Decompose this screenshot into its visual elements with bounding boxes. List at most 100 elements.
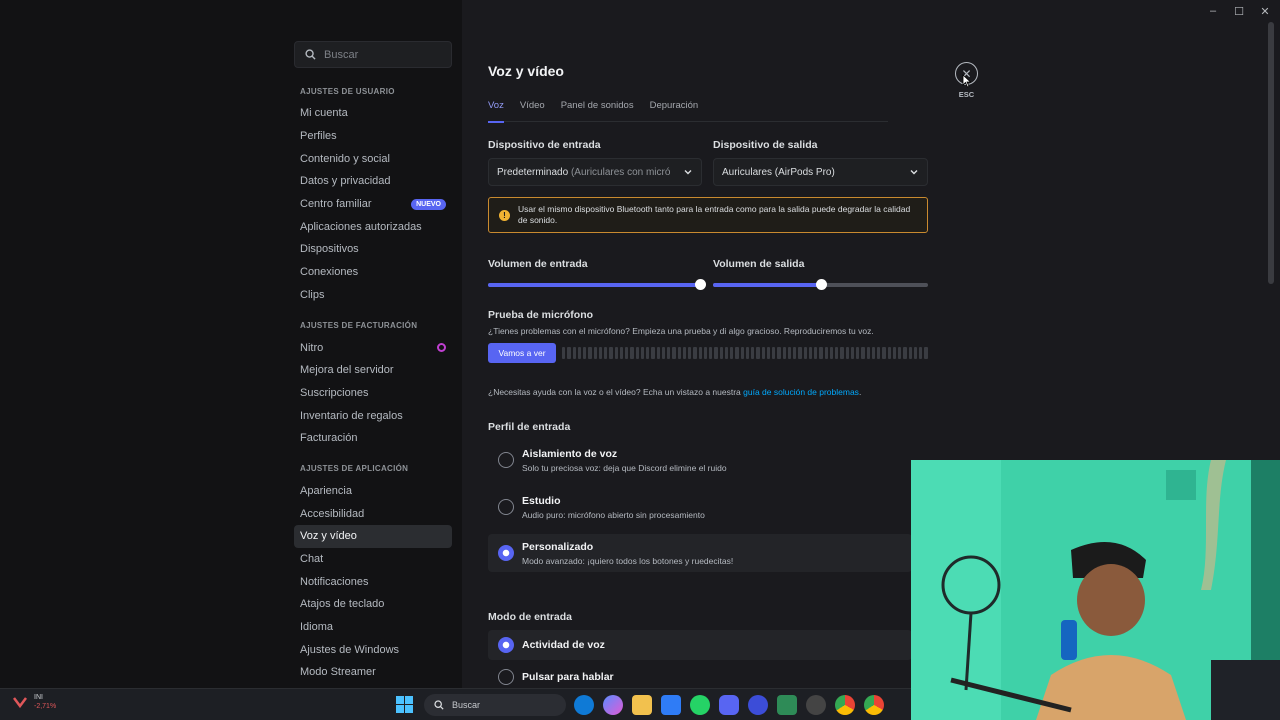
sidebar-item-aplicaciones[interactable]: Aplicaciones autorizadas	[294, 215, 452, 238]
sidebar-item-label: Conexiones	[300, 266, 359, 279]
meter-bar	[766, 347, 770, 359]
mode-option-pulsar-hablar[interactable]: Pulsar para hablar	[488, 665, 912, 688]
sidebar-item-perfiles[interactable]: Perfiles	[294, 125, 452, 148]
sidebar-item-voz-video[interactable]: Voz y vídeo	[294, 525, 452, 548]
chrome-icon[interactable]	[835, 695, 855, 715]
window-controls: – ☐ ✕	[1202, 2, 1276, 20]
mode-label: Actividad de voz	[522, 639, 605, 651]
radio-button[interactable]	[498, 668, 514, 685]
meter-bar	[661, 347, 665, 359]
meter-bar	[604, 347, 608, 359]
minimize-button[interactable]: –	[1202, 2, 1224, 20]
settings-search[interactable]	[294, 41, 452, 68]
tab-video[interactable]: Vídeo	[520, 100, 545, 122]
sidebar-item-facturacion[interactable]: Facturación	[294, 427, 452, 450]
store-icon[interactable]	[661, 695, 681, 715]
sidebar-item-nitro[interactable]: Nitro	[294, 336, 452, 359]
radio-button-selected[interactable]	[498, 545, 514, 561]
meter-bar	[913, 347, 917, 359]
edge-icon[interactable]	[574, 695, 594, 715]
input-volume-label: Volumen de entrada	[488, 258, 588, 270]
meter-bar	[824, 347, 828, 359]
sidebar-item-ajustes-windows[interactable]: Ajustes de Windows	[294, 638, 452, 661]
meter-bar	[583, 347, 587, 359]
meter-bar	[562, 347, 566, 359]
stock-arrow-icon	[13, 697, 27, 709]
profile-option-aislamiento[interactable]: Aislamiento de voz Solo tu preciosa voz: …	[488, 441, 912, 479]
input-device-select[interactable]: Predeterminado (Auriculares con micró	[488, 158, 702, 186]
app-icon[interactable]	[806, 695, 826, 715]
meter-bar	[693, 347, 697, 359]
file-explorer-icon[interactable]	[632, 695, 652, 715]
input-profile-title: Perfil de entrada	[488, 421, 571, 433]
sidebar-item-conexiones[interactable]: Conexiones	[294, 261, 452, 284]
output-volume-label: Volumen de salida	[713, 258, 805, 270]
mode-option-actividad-voz[interactable]: Actividad de voz	[488, 630, 912, 660]
meter-bar	[903, 347, 907, 359]
chrome-profile-icon[interactable]	[864, 695, 884, 715]
taskbar-search[interactable]: Buscar	[424, 694, 566, 716]
meter-bar	[667, 347, 671, 359]
meter-bar	[787, 347, 791, 359]
sidebar-item-datos-privacidad[interactable]: Datos y privacidad	[294, 170, 452, 193]
mouse-cursor-icon	[962, 74, 972, 88]
meter-bar	[793, 347, 797, 359]
sidebar-item-label: Atajos de teclado	[300, 598, 385, 611]
spreadsheet-icon[interactable]	[777, 695, 797, 715]
obs-icon[interactable]	[748, 695, 768, 715]
stock-widget[interactable]: INI -2,71%	[12, 693, 56, 711]
sidebar-item-label: Dispositivos	[300, 243, 359, 256]
tab-panel-sonidos[interactable]: Panel de sonidos	[561, 100, 634, 122]
windows-start-icon[interactable]	[396, 696, 413, 713]
sidebar-item-apariencia[interactable]: Apariencia	[294, 480, 452, 503]
radio-button-selected[interactable]	[498, 637, 514, 653]
warning-text: Usar el mismo dispositivo Bluetooth tant…	[518, 204, 911, 225]
profile-option-estudio[interactable]: Estudio Audio puro: micrófono abierto sin…	[488, 488, 912, 526]
content-scrollbar[interactable]	[1268, 22, 1274, 284]
sidebar-item-notificaciones[interactable]: Notificaciones	[294, 570, 452, 593]
meter-bar	[672, 347, 676, 359]
input-volume-slider[interactable]	[488, 279, 706, 290]
sidebar-item-modo-streamer[interactable]: Modo Streamer	[294, 661, 452, 684]
output-volume-slider[interactable]	[713, 279, 928, 290]
sidebar-item-chat[interactable]: Chat	[294, 548, 452, 571]
input-mode-title: Modo de entrada	[488, 611, 573, 623]
sidebar-item-label: Mi cuenta	[300, 107, 348, 120]
tab-depuracion[interactable]: Depuración	[650, 100, 699, 122]
output-volume-handle[interactable]	[815, 279, 827, 290]
sidebar-item-atajos[interactable]: Atajos de teclado	[294, 593, 452, 616]
profile-option-personalizado[interactable]: Personalizado Modo avanzado: ¡quiero todo…	[488, 534, 912, 572]
meter-bar	[908, 347, 912, 359]
sidebar-item-inventario-regalos[interactable]: Inventario de regalos	[294, 404, 452, 427]
nitro-icon	[437, 343, 446, 353]
sidebar-item-contenido-social[interactable]: Contenido y social	[294, 147, 452, 170]
sidebar-item-mi-cuenta[interactable]: Mi cuenta	[294, 102, 452, 125]
mic-test-button[interactable]: Vamos a ver	[488, 343, 556, 363]
maximize-button[interactable]: ☐	[1228, 2, 1250, 20]
bluetooth-warning: ! Usar el mismo dispositivo Bluetooth ta…	[488, 197, 928, 233]
stock-change: -2,71%	[34, 703, 57, 710]
whatsapp-icon[interactable]	[690, 695, 710, 715]
close-window-button[interactable]: ✕	[1254, 2, 1276, 20]
sidebar-item-clips[interactable]: Clips	[294, 284, 452, 307]
radio-button[interactable]	[498, 499, 514, 515]
stock-name: INI	[34, 694, 43, 701]
input-volume-handle[interactable]	[694, 279, 706, 290]
output-volume-fill	[713, 283, 821, 287]
search-input[interactable]	[324, 48, 434, 61]
sidebar-item-label: Inventario de regalos	[300, 409, 403, 422]
sidebar-item-dispositivos[interactable]: Dispositivos	[294, 238, 452, 261]
sidebar-item-mejora-servidor[interactable]: Mejora del servidor	[294, 359, 452, 382]
output-device-select[interactable]: Auriculares (AirPods Pro)	[713, 158, 928, 186]
webcam-overlay	[911, 460, 1280, 720]
radio-button[interactable]	[498, 452, 514, 468]
tab-voz[interactable]: Voz	[488, 100, 504, 123]
sidebar-item-suscripciones[interactable]: Suscripciones	[294, 382, 452, 405]
sidebar-item-centro-familiar[interactable]: Centro familiar NUEVO	[294, 193, 452, 216]
troubleshooting-link[interactable]: guía de solución de problemas	[743, 387, 859, 397]
discord-icon[interactable]	[719, 695, 739, 715]
help-text-body: ¿Necesitas ayuda con la voz o el vídeo? …	[488, 387, 744, 397]
sidebar-item-idioma[interactable]: Idioma	[294, 616, 452, 639]
sidebar-item-accesibilidad[interactable]: Accesibilidad	[294, 502, 452, 525]
copilot-icon[interactable]	[603, 695, 623, 715]
